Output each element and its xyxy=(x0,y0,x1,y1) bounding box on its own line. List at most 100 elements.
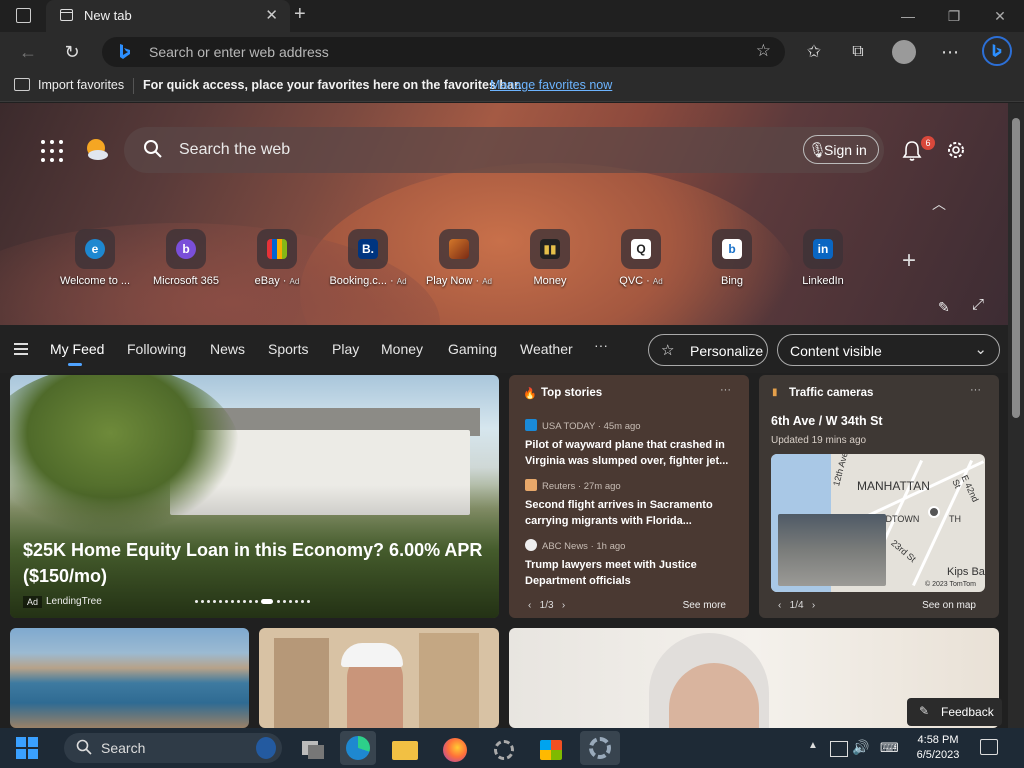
feedback-button[interactable]: ✎ Feedback xyxy=(907,698,1002,726)
system-clock[interactable]: 4:58 PM 6/5/2023 xyxy=(910,733,966,763)
microsoft-store-icon[interactable] xyxy=(536,735,566,763)
tab-news[interactable]: News xyxy=(210,341,245,357)
task-view-icon[interactable] xyxy=(298,735,328,763)
lake-image-card[interactable] xyxy=(10,628,249,728)
map-label: IDTOWN xyxy=(883,514,920,524)
page-settings-gear-icon[interactable] xyxy=(945,139,967,161)
cap-image xyxy=(341,643,403,667)
top-stories-pager[interactable]: ‹ 1/3 › xyxy=(528,600,565,611)
bing-chat-icon[interactable] xyxy=(256,737,276,759)
taskbar-settings-active[interactable] xyxy=(580,731,620,765)
refresh-button[interactable]: ↻ xyxy=(58,40,86,64)
tab-sports[interactable]: Sports xyxy=(268,341,308,357)
collapse-chevron-icon[interactable]: ︿ xyxy=(932,194,946,214)
traffic-camera-image[interactable] xyxy=(778,514,886,586)
new-tab-button[interactable]: + xyxy=(294,3,306,26)
quick-link-bing[interactable]: b Bing xyxy=(689,229,775,299)
story-item[interactable]: ABC News · 1h ago Trump lawyers meet wit… xyxy=(525,539,737,589)
file-explorer-icon[interactable] xyxy=(390,735,420,763)
taskbar-edge-active[interactable] xyxy=(340,731,376,765)
quick-link-play-now[interactable]: Play Now · Ad xyxy=(416,229,502,299)
feedback-label: Feedback xyxy=(941,705,994,719)
quick-link-welcome[interactable]: e Welcome to ... xyxy=(52,229,138,299)
address-bar[interactable]: Search or enter web address ☆ xyxy=(102,37,785,67)
manage-favorites-link[interactable]: Manage favorites now xyxy=(490,78,612,92)
show-hidden-icons[interactable]: ▲ xyxy=(808,740,818,751)
feed-menu-icon[interactable] xyxy=(14,343,28,355)
see-more-button[interactable]: See more xyxy=(683,600,726,611)
traffic-pager[interactable]: ‹ 1/4 › xyxy=(778,600,815,611)
quick-link-money[interactable]: ▮▮ Money xyxy=(507,229,593,299)
quick-link-microsoft-365[interactable]: b Microsoft 365 xyxy=(143,229,229,299)
favorites-bar: Import favorites For quick access, place… xyxy=(0,70,1024,102)
personalize-button[interactable]: ☆ Personalize xyxy=(648,334,768,366)
web-search-box[interactable]: Search the web 🎙 Sign in xyxy=(124,127,884,173)
quick-link-label: LinkedIn xyxy=(802,275,844,287)
notification-center-icon[interactable] xyxy=(980,739,998,755)
tab-new-tab[interactable]: New tab ✕ xyxy=(46,0,290,32)
weather-icon[interactable] xyxy=(84,137,110,163)
quick-link-label: QVC · Ad xyxy=(619,275,663,287)
tab-money[interactable]: Money xyxy=(381,341,423,357)
map-label: 12th Ave xyxy=(831,454,850,488)
scrollbar-thumb[interactable] xyxy=(1012,118,1020,418)
tab-play[interactable]: Play xyxy=(332,341,359,357)
card-options-icon[interactable]: ··· xyxy=(970,384,981,396)
expand-icon[interactable]: ⤢ xyxy=(972,296,984,313)
tab-weather[interactable]: Weather xyxy=(520,341,573,357)
ebay-icon xyxy=(257,229,297,269)
firefox-icon[interactable] xyxy=(440,735,470,763)
carousel-indicator[interactable] xyxy=(195,599,315,605)
edit-background-icon[interactable]: ✎ xyxy=(938,299,950,316)
settings-mail-icon[interactable] xyxy=(490,735,520,763)
story-item[interactable]: USA TODAY · 45m ago Pilot of wayward pla… xyxy=(525,419,737,469)
sign-in-button[interactable]: 🎙 Sign in xyxy=(803,135,879,164)
more-tabs-icon[interactable]: ··· xyxy=(594,337,608,353)
profile-avatar[interactable] xyxy=(892,40,916,64)
tab-following[interactable]: Following xyxy=(127,341,186,357)
quick-link-qvc[interactable]: Q QVC · Ad xyxy=(598,229,684,299)
booking-icon: B. xyxy=(348,229,388,269)
apps-launcher-icon[interactable] xyxy=(41,140,63,162)
product-image-card[interactable] xyxy=(259,628,499,728)
back-button[interactable]: ← xyxy=(14,40,42,64)
windows-start-icon[interactable] xyxy=(16,737,38,759)
volume-icon[interactable]: 🔊 xyxy=(852,739,869,756)
copilot-bing-button[interactable] xyxy=(982,36,1012,66)
edge-icon xyxy=(346,736,370,760)
restore-button[interactable]: ❐ xyxy=(934,4,974,28)
minimize-button[interactable]: — xyxy=(888,4,928,28)
taskbar-search-box[interactable]: Search xyxy=(64,733,282,763)
tab-actions-icon[interactable] xyxy=(16,8,31,23)
quick-link-linkedin[interactable]: in LinkedIn xyxy=(780,229,866,299)
favorites-icon[interactable]: ✩ xyxy=(800,40,828,64)
close-window-button[interactable]: ✕ xyxy=(980,4,1020,28)
tab-close-icon[interactable]: ✕ xyxy=(265,6,278,24)
page-scrollbar[interactable] xyxy=(1008,103,1024,728)
tab-my-feed[interactable]: My Feed xyxy=(50,341,104,357)
see-on-map-button[interactable]: See on map xyxy=(922,600,976,611)
quick-link-label: Money xyxy=(533,275,567,287)
tab-gaming[interactable]: Gaming xyxy=(448,341,497,357)
keyboard-icon[interactable]: ⌨ xyxy=(880,740,899,756)
quick-link-ebay[interactable]: eBay · Ad xyxy=(234,229,320,299)
settings-more-icon[interactable]: ⋯ xyxy=(936,40,964,64)
quick-link-label: Bing xyxy=(720,275,744,287)
quick-link-booking[interactable]: B. Booking.c... · Ad xyxy=(325,229,411,299)
featured-ad-card[interactable]: $25K Home Equity Loan in this Economy? 6… xyxy=(10,375,499,618)
traffic-cameras-card: ▮ Traffic cameras ··· 6th Ave / W 34th S… xyxy=(759,375,999,618)
edge-icon: e xyxy=(75,229,115,269)
active-tab-indicator xyxy=(68,363,82,366)
import-favorites-button[interactable]: Import favorites xyxy=(38,78,124,92)
tab-favicon-icon xyxy=(60,9,73,21)
content-visibility-dropdown[interactable]: Content visible ⌄ xyxy=(777,334,1000,366)
favorites-bar-message: For quick access, place your favorites h… xyxy=(143,78,522,92)
network-icon[interactable] xyxy=(830,741,848,757)
collections-icon[interactable]: ⧉ xyxy=(844,40,872,64)
add-favorite-icon[interactable]: ☆ xyxy=(756,41,771,61)
card-options-icon[interactable]: ··· xyxy=(720,384,731,396)
notification-count-badge: 6 xyxy=(921,136,935,150)
traffic-map[interactable]: MANHATTAN 12th Ave E 42nd St 23rd St IDT… xyxy=(771,454,985,592)
story-item[interactable]: Reuters · 27m ago Second flight arrives … xyxy=(525,479,737,529)
add-quick-link-icon[interactable]: + xyxy=(902,247,916,275)
